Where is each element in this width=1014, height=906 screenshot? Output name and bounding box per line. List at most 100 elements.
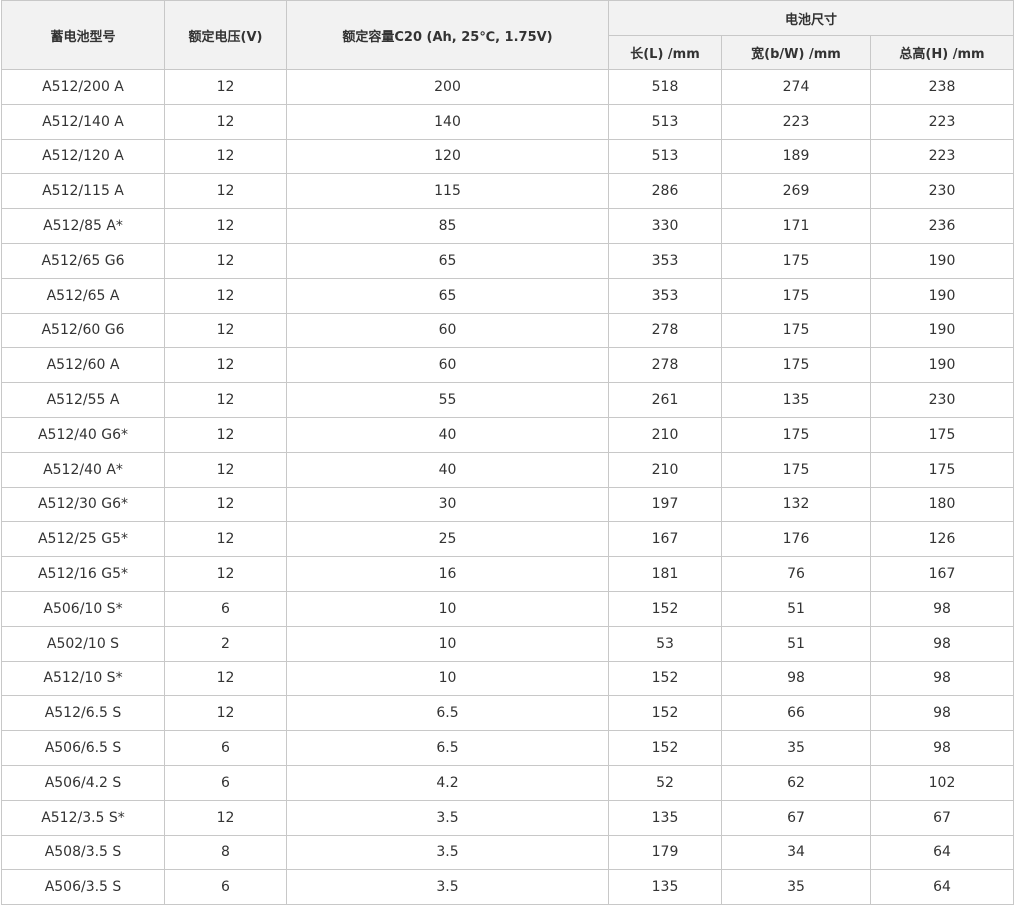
header-width: 宽(b/W) /mm <box>721 35 871 70</box>
cell-capacity: 60 <box>286 312 609 349</box>
cell-length: 513 <box>608 103 722 140</box>
cell-height: 175 <box>870 416 1014 453</box>
cell-height: 67 <box>870 799 1014 836</box>
cell-capacity: 140 <box>286 103 609 140</box>
cell-model: A512/60 G6 <box>1 312 165 349</box>
cell-length: 181 <box>608 556 722 592</box>
cell-model: A512/10 S* <box>1 660 165 697</box>
cell-voltage: 12 <box>164 660 287 697</box>
cell-capacity: 3.5 <box>286 869 609 906</box>
cell-voltage: 12 <box>164 138 287 175</box>
cell-width: 66 <box>721 695 871 732</box>
battery-spec-table: 蓄电池型号 额定电压(V) 额定容量C20 (Ah, 25℃, 1.75V) 电… <box>1 0 1014 906</box>
cell-width: 67 <box>721 799 871 836</box>
cell-model: A512/65 A <box>1 277 165 314</box>
cell-model: A512/200 A <box>1 69 165 105</box>
cell-width: 223 <box>721 103 871 140</box>
cell-length: 197 <box>608 486 722 523</box>
cell-length: 152 <box>608 590 722 627</box>
header-length: 长(L) /mm <box>608 35 722 70</box>
table-row: A506/10 S* 6 10 152 51 98 <box>1 590 1014 627</box>
cell-model: A512/140 A <box>1 103 165 140</box>
cell-height: 190 <box>870 242 1014 279</box>
cell-length: 52 <box>608 764 722 801</box>
table-row: A512/60 A 12 60 278 175 190 <box>1 347 1014 384</box>
cell-model: A508/3.5 S <box>1 834 165 871</box>
cell-model: A512/40 A* <box>1 451 165 488</box>
cell-height: 98 <box>870 695 1014 732</box>
cell-width: 34 <box>721 834 871 871</box>
table-row: A512/65 A 12 65 353 175 190 <box>1 277 1014 314</box>
cell-capacity: 200 <box>286 69 609 105</box>
cell-height: 175 <box>870 451 1014 488</box>
table-row: A512/30 G6* 12 30 197 132 180 <box>1 486 1014 523</box>
cell-width: 175 <box>721 277 871 314</box>
header-voltage: 额定电压(V) <box>164 0 287 70</box>
cell-voltage: 6 <box>164 869 287 906</box>
cell-height: 223 <box>870 138 1014 175</box>
cell-width: 175 <box>721 312 871 349</box>
table-row: A502/10 S 2 10 53 51 98 <box>1 625 1014 662</box>
cell-capacity: 6.5 <box>286 695 609 732</box>
cell-voltage: 6 <box>164 730 287 766</box>
cell-width: 274 <box>721 69 871 105</box>
cell-height: 98 <box>870 730 1014 766</box>
cell-model: A506/3.5 S <box>1 869 165 906</box>
cell-model: A512/60 A <box>1 347 165 384</box>
cell-height: 98 <box>870 625 1014 662</box>
cell-capacity: 85 <box>286 208 609 244</box>
header-height: 总高(H) /mm <box>870 35 1014 70</box>
table-row: A512/16 G5* 12 16 181 76 167 <box>1 556 1014 592</box>
cell-capacity: 40 <box>286 451 609 488</box>
cell-model: A512/16 G5* <box>1 556 165 592</box>
cell-voltage: 12 <box>164 173 287 210</box>
cell-capacity: 10 <box>286 590 609 627</box>
cell-height: 223 <box>870 103 1014 140</box>
table-row: A512/3.5 S* 12 3.5 135 67 67 <box>1 799 1014 836</box>
cell-capacity: 65 <box>286 242 609 279</box>
table-row: A512/40 A* 12 40 210 175 175 <box>1 451 1014 488</box>
cell-length: 518 <box>608 69 722 105</box>
cell-height: 98 <box>870 660 1014 697</box>
cell-capacity: 4.2 <box>286 764 609 801</box>
cell-width: 175 <box>721 416 871 453</box>
cell-model: A512/85 A* <box>1 208 165 244</box>
cell-model: A502/10 S <box>1 625 165 662</box>
table-header: 蓄电池型号 额定电压(V) 额定容量C20 (Ah, 25℃, 1.75V) 电… <box>1 0 1014 70</box>
cell-length: 152 <box>608 660 722 697</box>
cell-length: 330 <box>608 208 722 244</box>
cell-width: 171 <box>721 208 871 244</box>
cell-height: 190 <box>870 312 1014 349</box>
cell-height: 190 <box>870 347 1014 384</box>
cell-voltage: 12 <box>164 451 287 488</box>
cell-capacity: 10 <box>286 625 609 662</box>
cell-height: 64 <box>870 869 1014 906</box>
cell-length: 152 <box>608 695 722 732</box>
cell-length: 179 <box>608 834 722 871</box>
cell-voltage: 6 <box>164 590 287 627</box>
cell-height: 98 <box>870 590 1014 627</box>
cell-capacity: 60 <box>286 347 609 384</box>
cell-model: A506/4.2 S <box>1 764 165 801</box>
cell-width: 135 <box>721 382 871 418</box>
cell-model: A512/55 A <box>1 382 165 418</box>
cell-height: 102 <box>870 764 1014 801</box>
cell-height: 126 <box>870 521 1014 558</box>
cell-voltage: 8 <box>164 834 287 871</box>
cell-model: A512/3.5 S* <box>1 799 165 836</box>
cell-length: 513 <box>608 138 722 175</box>
cell-length: 135 <box>608 799 722 836</box>
cell-voltage: 12 <box>164 69 287 105</box>
table-row: A512/85 A* 12 85 330 171 236 <box>1 208 1014 244</box>
cell-height: 180 <box>870 486 1014 523</box>
cell-width: 175 <box>721 451 871 488</box>
table-body: A512/200 A 12 200 518 274 238 A512/140 A 12 140 5… <box>1 69 1014 906</box>
table-row: A512/40 G6* 12 40 210 175 175 <box>1 416 1014 453</box>
cell-length: 278 <box>608 347 722 384</box>
cell-voltage: 12 <box>164 103 287 140</box>
cell-capacity: 55 <box>286 382 609 418</box>
cell-capacity: 10 <box>286 660 609 697</box>
cell-width: 35 <box>721 730 871 766</box>
table-row: A506/6.5 S 6 6.5 152 35 98 <box>1 730 1014 766</box>
cell-length: 135 <box>608 869 722 906</box>
